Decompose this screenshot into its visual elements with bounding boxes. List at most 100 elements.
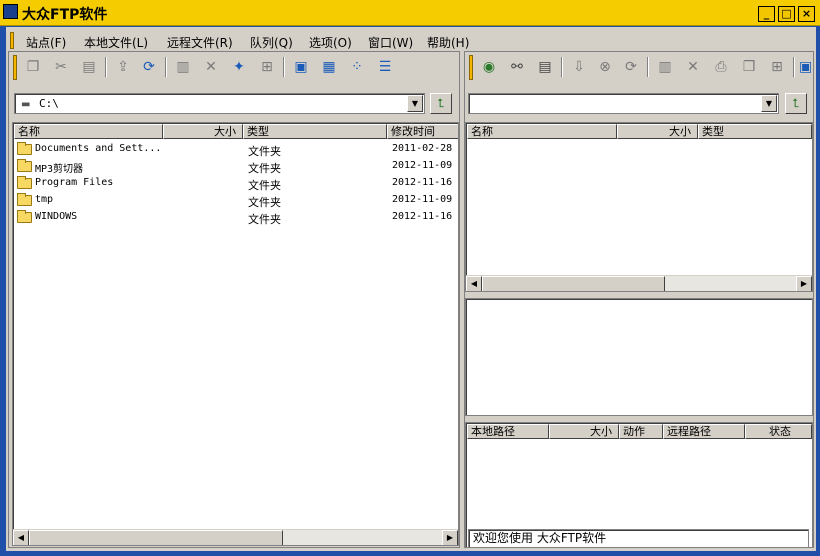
column-header-name[interactable]: 名称 [467, 124, 617, 139]
column-header-modified[interactable]: 修改时间 [387, 124, 458, 139]
remote-up-folder-button[interactable]: ⮤ [785, 93, 807, 114]
client-area: 站点(F) 本地文件(L) 远程文件(R) 队列(Q) 选项(O) 窗口(W) … [6, 27, 816, 551]
local-path: C:\ [39, 97, 59, 110]
column-header-size[interactable]: 大小 [549, 424, 619, 439]
file-modified: 2012-11-16 [392, 177, 453, 188]
refresh-icon[interactable]: ⟳ [139, 57, 159, 77]
chevron-down-icon[interactable]: ▼ [761, 95, 777, 112]
column-header-remote-path[interactable]: 远程路径 [663, 424, 745, 439]
large-icons-view-icon[interactable]: ▣ [291, 57, 311, 77]
file-row[interactable]: tmp 文件夹 2012-11-09 [15, 192, 455, 209]
toolbar-grip[interactable] [469, 55, 473, 80]
cut-icon[interactable]: ✂ [51, 57, 71, 77]
window-title: 大众FTP软件 [22, 7, 108, 23]
file-type: 文件夹 [248, 196, 281, 209]
column-header-size[interactable]: 大小 [617, 124, 698, 139]
toolbar-separator [165, 57, 167, 77]
menu-site[interactable]: 站点(F) [26, 34, 66, 51]
toolbar-separator [283, 57, 285, 77]
view-icon[interactable]: ▣ [799, 57, 811, 77]
site-manager-icon[interactable]: ▤ [535, 57, 555, 77]
refresh-icon[interactable]: ⟳ [621, 57, 641, 77]
menu-help[interactable]: 帮助(H) [427, 34, 469, 51]
properties-icon[interactable]: ⊞ [257, 57, 277, 77]
file-name: Documents and Sett... [35, 143, 162, 154]
small-icons-view-icon[interactable]: ▦ [319, 57, 339, 77]
file-modified: 2012-11-09 [392, 160, 453, 171]
toolbar-separator [647, 57, 649, 77]
menu-window[interactable]: 窗口(W) [368, 34, 413, 51]
local-pane: ❐ ✂ ▤ ⇪ ⟳ ▥ ✕ ✦ ⊞ ▣ ▦ ⁘ ☰ ▬ C:\ ▼ ⮤ 名称 大… [8, 51, 460, 548]
delete-icon[interactable]: ✕ [201, 57, 221, 77]
delete-icon[interactable]: ✕ [683, 57, 703, 77]
toolbar-separator [561, 57, 563, 77]
file-name: tmp [35, 194, 54, 205]
title-bar[interactable]: 大众FTP软件 _ □ × [0, 0, 820, 26]
scroll-thumb[interactable] [482, 276, 665, 291]
local-file-list[interactable]: 名称 大小 类型 修改时间 Documents and Sett... 文件夹 … [12, 122, 459, 546]
column-header-name[interactable]: 名称 [14, 124, 163, 139]
folder-icon [17, 193, 32, 206]
remote-toolbar: ◉ ⚯ ▤ ⇩ ⊗ ⟳ ▥ ✕ ⎙ ❒ ⊞ ▣ [465, 52, 813, 82]
folder-icon [17, 210, 32, 223]
rename-icon[interactable]: ▥ [655, 57, 675, 77]
menu-remote-files[interactable]: 远程文件(R) [167, 34, 233, 51]
column-header-type[interactable]: 类型 [243, 124, 387, 139]
rename-icon[interactable]: ▥ [173, 57, 193, 77]
maximize-button[interactable]: □ [778, 6, 795, 22]
column-header-type[interactable]: 类型 [698, 124, 812, 139]
column-header-status[interactable]: 状态 [745, 424, 812, 439]
file-modified: 2012-11-16 [392, 211, 453, 222]
toolbar-grip[interactable] [13, 55, 17, 80]
folder-icon [17, 159, 32, 172]
file-row[interactable]: Documents and Sett... 文件夹 2011-02-28 [15, 141, 455, 158]
paste-icon[interactable]: ▤ [79, 57, 99, 77]
local-up-folder-button[interactable]: ⮤ [430, 93, 452, 114]
minimize-button[interactable]: _ [758, 6, 775, 22]
file-modified: 2011-02-28 [392, 143, 453, 154]
chevron-down-icon[interactable]: ▼ [407, 95, 423, 112]
file-modified: 2012-11-09 [392, 194, 453, 205]
new-folder-icon[interactable]: ❒ [739, 57, 759, 77]
file-row[interactable]: Program Files 文件夹 2012-11-16 [15, 175, 455, 192]
chmod-icon[interactable]: ⎙ [711, 57, 731, 77]
status-bar: 欢迎您使用 大众FTP软件 [468, 529, 809, 547]
scroll-left-icon[interactable]: ◀ [466, 276, 482, 291]
disconnect-icon[interactable]: ⚯ [507, 57, 527, 77]
scroll-right-icon[interactable]: ▶ [796, 276, 812, 291]
menu-queue[interactable]: 队列(Q) [250, 34, 293, 51]
remote-horizontal-scrollbar[interactable]: ◀ ▶ [466, 275, 812, 291]
column-header-action[interactable]: 动作 [619, 424, 663, 439]
folder-icon [17, 142, 32, 155]
column-header-size[interactable]: 大小 [163, 124, 243, 139]
list-view-icon[interactable]: ⁘ [347, 57, 367, 77]
transfer-icon[interactable]: ⇩ [569, 57, 589, 77]
connect-icon[interactable]: ◉ [479, 57, 499, 77]
details-view-icon[interactable]: ☰ [375, 57, 395, 77]
transfer-queue[interactable]: 本地路径 大小 动作 远程路径 状态 欢迎您使用 大众FTP软件 [465, 422, 813, 548]
folder-icon [17, 176, 32, 189]
transfer-icon[interactable]: ⇪ [113, 57, 133, 77]
file-row[interactable]: MP3剪切器 文件夹 2012-11-09 [15, 158, 455, 175]
scroll-left-icon[interactable]: ◀ [13, 530, 29, 545]
log-panel[interactable] [465, 298, 813, 416]
copy-icon[interactable]: ❐ [23, 57, 43, 77]
menu-grip[interactable] [10, 32, 14, 49]
scroll-right-icon[interactable]: ▶ [442, 530, 458, 545]
file-type: 文件夹 [248, 179, 281, 192]
stop-icon[interactable]: ⊗ [595, 57, 615, 77]
menu-options[interactable]: 选项(O) [309, 34, 352, 51]
local-path-combo[interactable]: ▬ C:\ ▼ [14, 93, 425, 114]
close-button[interactable]: × [798, 6, 815, 22]
remote-path-combo[interactable]: ▼ [468, 93, 779, 114]
local-horizontal-scrollbar[interactable]: ◀ ▶ [13, 529, 458, 545]
properties-icon[interactable]: ⊞ [767, 57, 787, 77]
menu-local-files[interactable]: 本地文件(L) [84, 34, 148, 51]
file-row[interactable]: WINDOWS 文件夹 2012-11-16 [15, 209, 455, 226]
file-name: Program Files [35, 177, 114, 188]
file-type: 文件夹 [248, 145, 281, 158]
remote-file-list[interactable]: 名称 大小 类型 ◀ ▶ [465, 122, 813, 292]
column-header-local-path[interactable]: 本地路径 [467, 424, 549, 439]
new-folder-icon[interactable]: ✦ [229, 57, 249, 77]
scroll-thumb[interactable] [29, 530, 283, 545]
